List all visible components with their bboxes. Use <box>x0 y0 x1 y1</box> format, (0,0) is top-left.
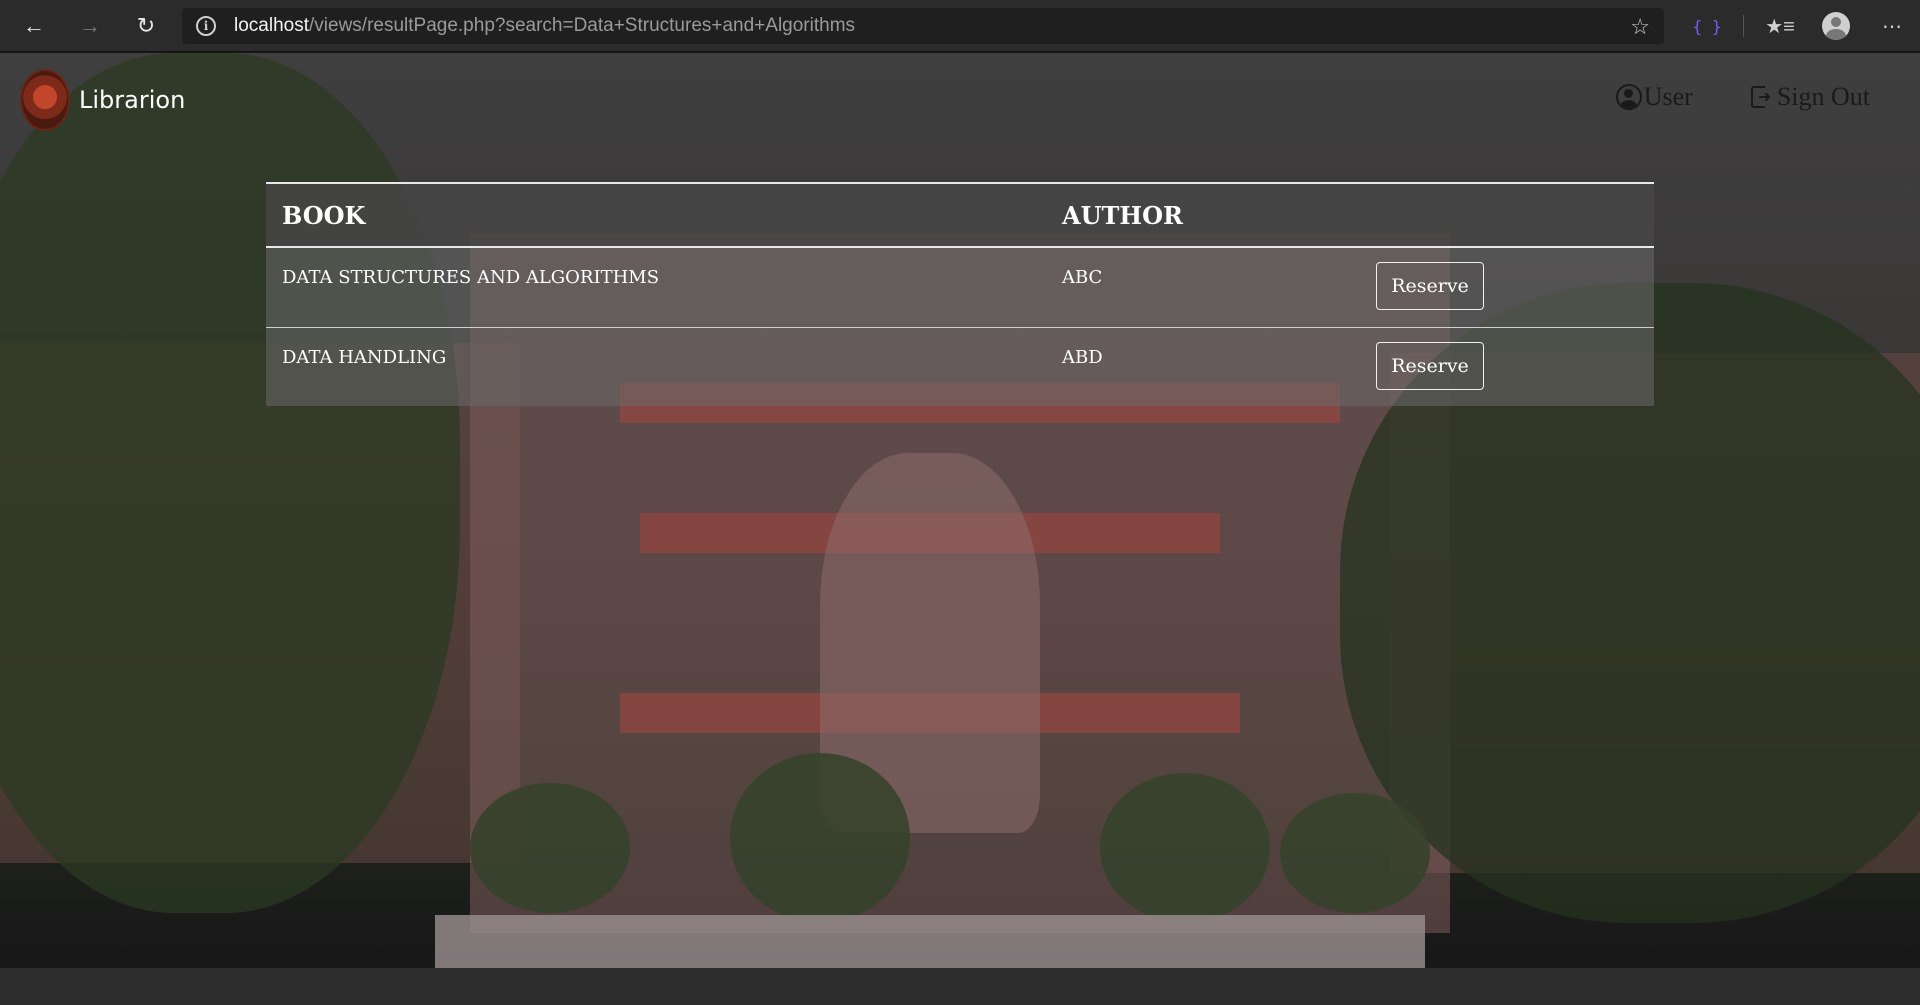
background-road <box>0 968 1920 1005</box>
background-bush <box>470 783 630 913</box>
book-author: ABD <box>1062 347 1103 368</box>
brand[interactable]: Librarion <box>20 69 185 131</box>
reserve-button[interactable]: Reserve <box>1376 342 1484 390</box>
background-bush <box>730 753 910 923</box>
user-link[interactable]: User <box>1615 82 1693 112</box>
back-icon[interactable]: ← <box>12 4 56 48</box>
url-path: /views/resultPage.php?search=Data+Struct… <box>309 15 856 36</box>
top-navigation: User ➜ Sign Out <box>1558 82 1870 112</box>
address-bar[interactable]: i localhost /views/resultPage.php?search… <box>182 8 1664 44</box>
site-info-icon[interactable]: i <box>196 16 216 36</box>
more-menu-icon[interactable]: ⋯ <box>1864 14 1920 39</box>
table-header: BOOK AUTHOR <box>266 182 1654 248</box>
extension-brace-icon[interactable]: { } <box>1679 17 1735 36</box>
user-label: User <box>1643 82 1693 111</box>
profile-avatar-icon[interactable] <box>1822 12 1850 40</box>
background-plinth <box>435 915 1425 975</box>
toolbar-separator <box>1743 15 1744 37</box>
university-seal-logo <box>20 69 70 131</box>
book-title: DATA HANDLING <box>282 347 447 368</box>
forward-icon[interactable]: → <box>68 4 112 48</box>
favorite-star-icon[interactable]: ☆ <box>1630 14 1650 40</box>
user-circle-icon <box>1615 84 1642 110</box>
browser-toolbar: ← → ↻ i localhost /views/resultPage.php?… <box>0 0 1920 52</box>
table-row: DATA HANDLING ABD Reserve <box>266 327 1654 406</box>
background-bush <box>1100 773 1270 923</box>
column-header-book: BOOK <box>282 200 366 230</box>
sign-out-link[interactable]: ➜ Sign Out <box>1750 82 1870 112</box>
book-title: DATA STRUCTURES AND ALGORITHMS <box>282 267 660 288</box>
sign-out-label: Sign Out <box>1776 82 1870 111</box>
reserve-button[interactable]: Reserve <box>1376 262 1484 310</box>
url-host: localhost <box>234 15 309 36</box>
favorites-icon[interactable]: ★≡ <box>1752 14 1808 39</box>
sign-out-icon: ➜ <box>1750 86 1775 108</box>
search-results-table: BOOK AUTHOR DATA STRUCTURES AND ALGORITH… <box>266 182 1654 406</box>
refresh-icon[interactable]: ↻ <box>124 4 168 48</box>
table-row: DATA STRUCTURES AND ALGORITHMS ABC Reser… <box>266 248 1654 327</box>
background-bush <box>1280 793 1430 913</box>
column-header-author: AUTHOR <box>1062 200 1183 230</box>
brand-name: Librarion <box>79 86 186 114</box>
book-author: ABC <box>1062 267 1103 288</box>
